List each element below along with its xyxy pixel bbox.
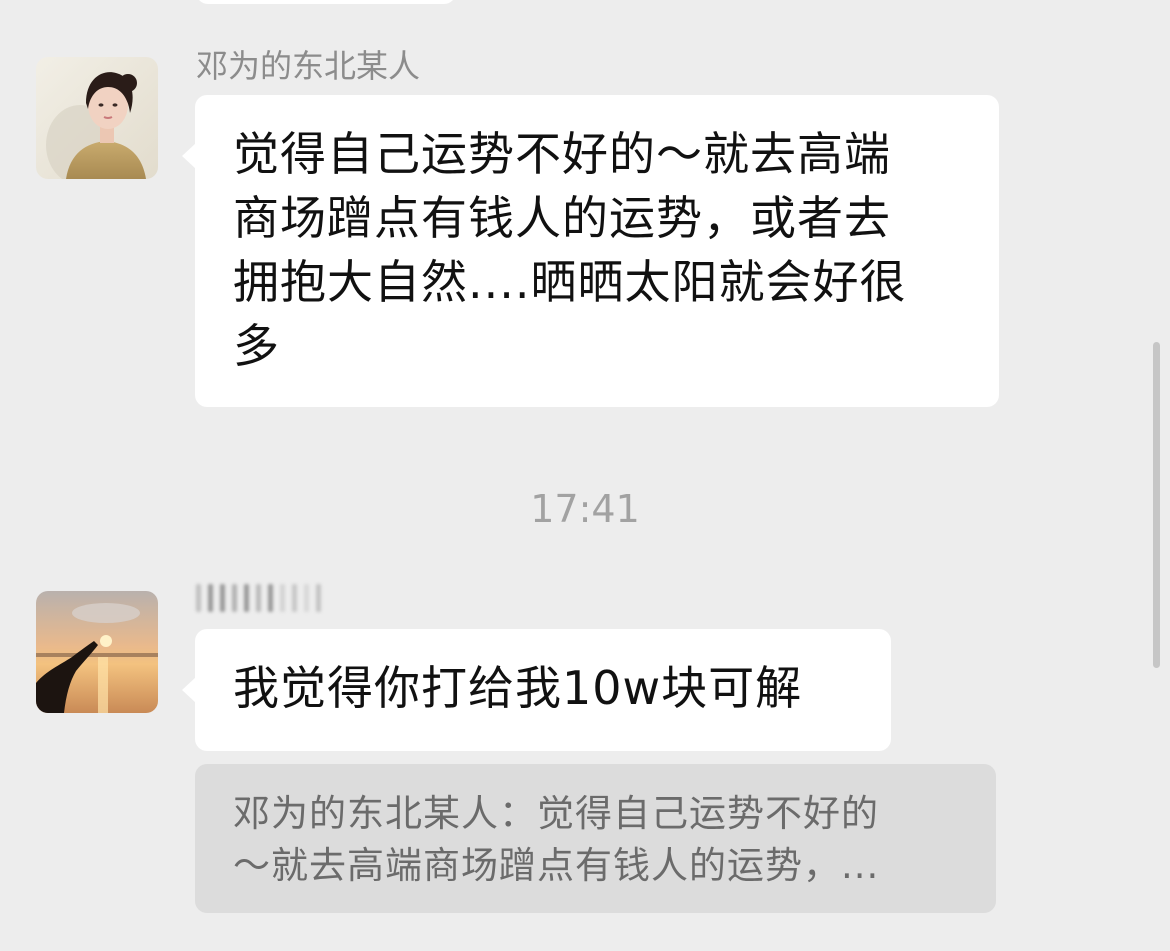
chat-area: 邓为的东北某人 觉得自己运势不好的～就去高端 商场蹭点有钱人的运势，或者去 拥抱… [0,0,1170,951]
message-line: 拥抱大自然....晒晒太阳就会好很 [233,255,907,309]
sender-name-blurred [196,580,406,616]
message-line: 多 [233,319,280,373]
message-line: 商场蹭点有钱人的运势，或者去 [233,191,891,245]
quote-line: 邓为的东北某人：觉得自己运势不好的 [233,792,879,835]
sender-name: 邓为的东北某人 [196,47,421,85]
previous-message-bubble[interactable] [196,0,456,4]
woman-portrait-avatar-icon [36,57,158,179]
message-line: 我觉得你打给我10w块可解 [233,661,803,715]
message-bubble[interactable]: 我觉得你打给我10w块可解 [182,629,891,751]
sender-avatar[interactable] [36,591,158,713]
quoted-message[interactable]: 邓为的东北某人：觉得自己运势不好的 ～就去高端商场蹭点有钱人的运势，... [195,764,996,913]
message-line: 觉得自己运势不好的～就去高端 [233,127,891,181]
message-timestamp: 17:41 [530,487,640,531]
quote-line: ～就去高端商场蹭点有钱人的运势，... [233,844,880,887]
sender-avatar[interactable] [36,57,158,179]
sunset-lake-avatar-icon [36,591,158,713]
scrollbar[interactable] [1153,342,1160,668]
message-bubble[interactable]: 觉得自己运势不好的～就去高端 商场蹭点有钱人的运势，或者去 拥抱大自然....晒… [182,95,999,407]
